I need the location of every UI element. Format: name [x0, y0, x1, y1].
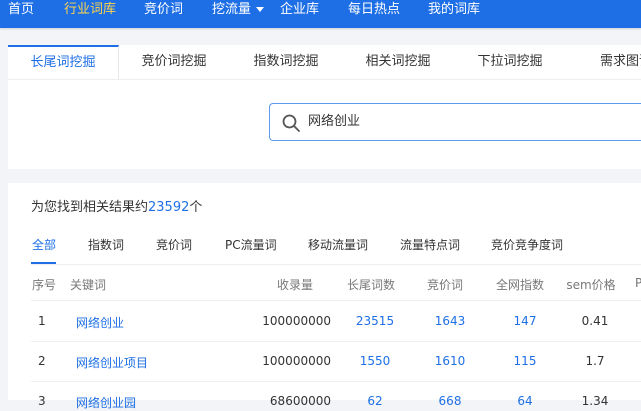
- cell-network-index-link[interactable]: 147: [500, 314, 550, 328]
- col-header-keyword: 关键词: [70, 278, 107, 292]
- cell-keyword-link[interactable]: 网络创业园: [76, 394, 136, 411]
- cell-indexed: 100000000: [262, 354, 331, 368]
- filter-tab-bid[interactable]: 竞价词: [156, 236, 192, 253]
- row-divider: [31, 341, 641, 342]
- result-prefix: 为您找到相关结果约: [31, 200, 149, 215]
- nav-home[interactable]: 首页: [8, 0, 34, 20]
- nav-company-library[interactable]: 企业库: [280, 0, 319, 20]
- cell-index: 3: [38, 394, 46, 408]
- nav-daily-hot[interactable]: 每日热点: [348, 0, 400, 20]
- result-summary: 为您找到相关结果约23592个: [31, 196, 202, 215]
- tab-bid-words[interactable]: 竞价词挖掘: [118, 45, 230, 79]
- cell-network-index-link[interactable]: 64: [500, 394, 550, 408]
- top-nav: 首页 行业词库 竞价词 挖流量 企业库 每日热点 我的词库: [0, 0, 641, 28]
- tab-index-words[interactable]: 指数词挖掘: [230, 45, 342, 79]
- tab-divider: [8, 79, 641, 80]
- cell-sem-price: 1.34: [581, 394, 609, 408]
- filter-tab-mobile-traffic[interactable]: 移动流量词: [308, 236, 368, 253]
- cell-longtail-link[interactable]: 1550: [345, 354, 405, 368]
- search-icon: [282, 114, 300, 132]
- cell-indexed: 68600000: [269, 394, 331, 408]
- cell-index: 2: [38, 354, 46, 368]
- cell-sem-price: 1.7: [585, 354, 605, 368]
- cell-longtail-link[interactable]: 23515: [345, 314, 405, 328]
- nav-industry-lexicon[interactable]: 行业词库: [64, 0, 116, 20]
- col-header-index: 序号: [32, 278, 57, 292]
- filter-tab-bid-competition[interactable]: 竞价竞争度词: [491, 236, 563, 253]
- filter-tab-pc-traffic[interactable]: PC流量词: [225, 236, 277, 253]
- nav-traffic-mining-label: 挖流量: [212, 2, 252, 17]
- col-header-network-index: 全网指数: [495, 278, 544, 292]
- filter-tab-index[interactable]: 指数词: [88, 236, 124, 253]
- filter-tab-divider: [31, 264, 641, 265]
- tab-demand-graph[interactable]: 需求图谱: [600, 45, 641, 79]
- cell-index: 1: [38, 314, 46, 328]
- tab-dropdown-words[interactable]: 下拉词挖掘: [454, 45, 566, 79]
- col-header-indexed: 收录量: [276, 278, 313, 292]
- caret-down-icon: [256, 7, 265, 12]
- row-divider: [31, 300, 641, 301]
- nav-traffic-mining[interactable]: 挖流量: [212, 0, 265, 20]
- cell-bid-link[interactable]: 1610: [425, 354, 475, 368]
- result-count: 23592: [148, 200, 190, 215]
- cell-bid-link[interactable]: 1643: [425, 314, 475, 328]
- tab-long-tail[interactable]: 长尾词挖掘: [8, 45, 119, 79]
- col-header-sem-price: sem价格: [566, 278, 616, 292]
- result-suffix: 个: [189, 200, 203, 215]
- col-header-extra: P: [635, 276, 641, 290]
- cell-bid-link[interactable]: 668: [425, 394, 475, 408]
- filter-tab-traffic-feature[interactable]: 流量特点词: [400, 236, 460, 253]
- tab-related-words[interactable]: 相关词挖掘: [342, 45, 454, 79]
- search-box[interactable]: 网络创业: [269, 103, 641, 141]
- col-header-bid: 竞价词: [426, 278, 463, 292]
- filter-tab-all[interactable]: 全部: [32, 236, 56, 253]
- results-panel: 为您找到相关结果约23592个 全部 指数词 竞价词 PC流量词 移动流量词 流…: [8, 183, 641, 410]
- cell-sem-price: 0.41: [581, 314, 609, 328]
- cell-keyword-link[interactable]: 网络创业项目: [76, 354, 148, 371]
- nav-my-lexicon[interactable]: 我的词库: [428, 0, 480, 20]
- cell-indexed: 100000000: [262, 314, 331, 328]
- cell-network-index-link[interactable]: 115: [500, 354, 550, 368]
- search-input[interactable]: 网络创业: [308, 104, 360, 140]
- tool-panel: 长尾词挖掘 竞价词挖掘 指数词挖掘 相关词挖掘 下拉词挖掘 需求图谱 网络创业: [8, 45, 641, 169]
- cell-longtail-link[interactable]: 62: [345, 394, 405, 408]
- row-divider: [31, 381, 641, 382]
- cell-keyword-link[interactable]: 网络创业: [76, 314, 124, 331]
- nav-bid-words[interactable]: 竞价词: [144, 0, 183, 20]
- col-header-longtail: 长尾词数: [346, 278, 395, 292]
